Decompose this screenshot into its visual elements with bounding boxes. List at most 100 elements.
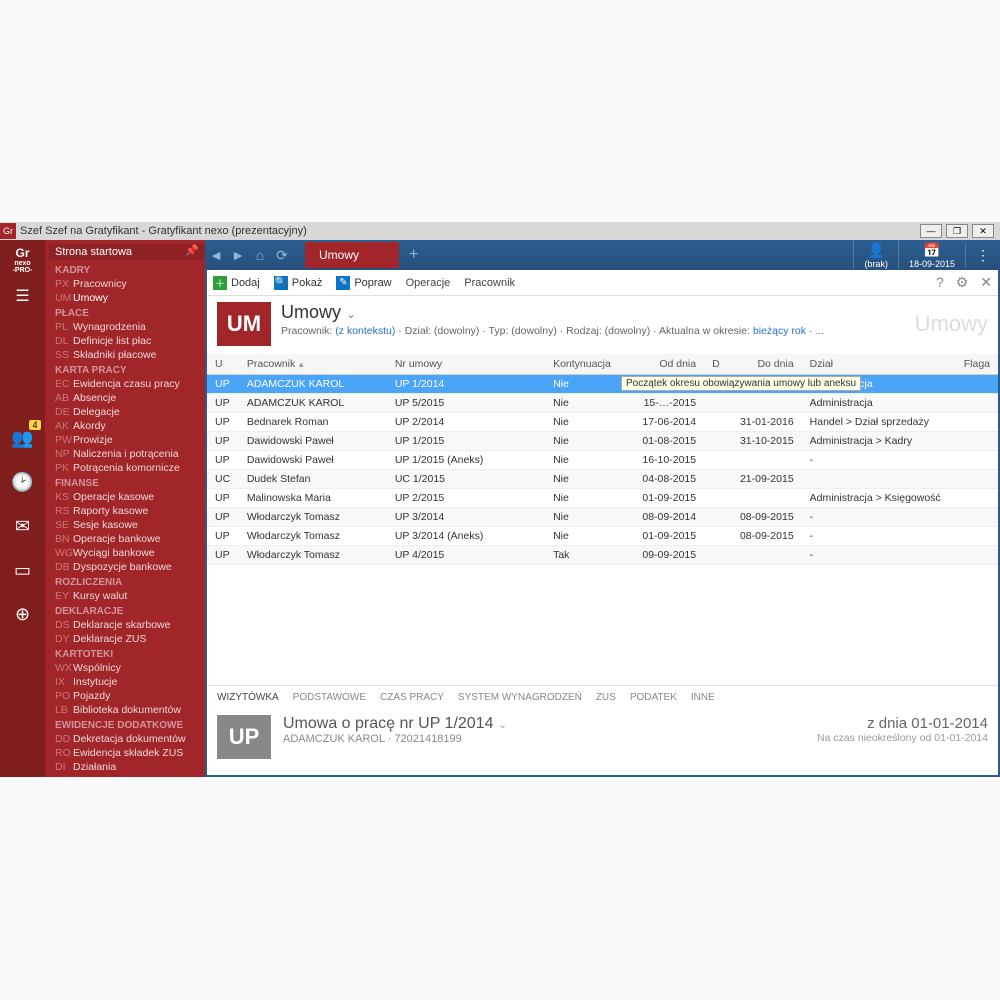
table-row[interactable]: UPWłodarczyk TomaszUP 4/2015Tak09-09-201… [207,546,998,565]
sidebar-section-title: FINANSE [49,475,205,490]
app-icon: Gr [0,223,16,239]
sidebar-item[interactable]: PWProwizje [49,433,205,447]
tab-umowy[interactable]: Umowy [305,242,399,268]
col-do-dnia[interactable]: Do dnia [728,354,802,375]
home-icon[interactable]: ⌂ [249,247,271,263]
table-row[interactable]: UPDawidowski PawełUP 1/2015 (Aneks)Nie16… [207,451,998,470]
detail-tab[interactable]: PODATEK [630,692,677,703]
add-tab-icon[interactable]: + [409,246,418,264]
users-icon[interactable]: 👥4 [9,424,37,452]
refresh-icon[interactable]: ⟳ [271,247,293,264]
sidebar-item[interactable]: IXInstytucje [49,675,205,689]
table-row[interactable]: UPWłodarczyk TomaszUP 3/2014 (Aneks)Nie0… [207,527,998,546]
clock-icon[interactable]: 🕑 [9,468,37,496]
sidebar-item[interactable]: RPRaporty [49,774,205,777]
mail-icon[interactable]: ✉ [9,512,37,540]
sidebar-item[interactable]: ECEwidencja czasu pracy [49,377,205,391]
help-icon[interactable]: ? [936,274,944,291]
pracownik-button[interactable]: Pracownik [464,277,515,289]
detail-tab[interactable]: INNE [691,692,715,703]
pin-icon[interactable]: 📌 [185,244,199,257]
sidebar-item[interactable]: DYDeklaracje ZUS [49,632,205,646]
sidebar-item[interactable]: LBBiblioteka dokumentów [49,703,205,717]
sidebar-section-title: KARTA PRACY [49,362,205,377]
table-row[interactable]: UPDawidowski PawełUP 1/2015Nie01-08-2015… [207,432,998,451]
sidebar-item[interactable]: POPojazdy [49,689,205,703]
sidebar-start-page[interactable]: Strona startowa [49,244,205,260]
sidebar-item[interactable]: WGWyciągi bankowe [49,546,205,560]
detail-tab[interactable]: ZUS [596,692,616,703]
table-row[interactable]: UPADAMCZUK KAROLUP 5/2015Nie15-…-2015Adm… [207,394,998,413]
sidebar-item[interactable]: DIDziałania [49,760,205,774]
view-badge: UM [217,302,271,346]
ghost-title: Umowy [915,311,988,337]
detail-tab[interactable]: WIZYTÓWKA [217,692,279,703]
detail-badge: UP [217,715,271,759]
add-shape-icon[interactable]: ⊕ [9,600,37,628]
view-title[interactable]: Umowy ⌄ [281,302,905,323]
detail-subtitle: ADAMCZUK KAROL · 72021418199 [283,733,507,745]
sidebar-item[interactable]: KSOperacje kasowe [49,490,205,504]
sidebar-item[interactable]: SESesje kasowe [49,518,205,532]
sidebar-item[interactable]: DBDyspozycje bankowe [49,560,205,574]
sidebar-item[interactable]: SSSkładniki płacowe [49,348,205,362]
detail-tab[interactable]: PODSTAWOWE [293,692,366,703]
table-row[interactable]: UPADAMCZUK KAROLUP 1/2014Nie01-01-2014Ad… [207,375,998,394]
sidebar-item[interactable]: PKPotrącenia komornicze [49,461,205,475]
table-row[interactable]: UPBednarek RomanUP 2/2014Nie17-06-201431… [207,413,998,432]
more-icon[interactable]: ⋮ [965,243,1000,268]
sidebar-item[interactable]: UMUmowy [49,291,205,305]
detail-tab[interactable]: CZAS PRACY [380,692,444,703]
maximize-button[interactable]: ❐ [946,224,968,238]
sidebar-item[interactable]: EYKursy walut [49,589,205,603]
col-od-dnia[interactable]: Od dnia [620,354,704,375]
sidebar-item[interactable]: DEDelegacje [49,405,205,419]
sidebar-item[interactable]: PLWynagrodzenia [49,320,205,334]
sidebar-item[interactable]: AKAkordy [49,419,205,433]
sidebar-section-title: PŁACE [49,305,205,320]
table-row[interactable]: UPMalinowska MariaUP 2/2015Nie01-09-2015… [207,489,998,508]
back-icon[interactable]: ◄ [205,247,227,263]
user-button[interactable]: 👤(brak) [853,238,898,273]
sidebar-item[interactable]: RSRaporty kasowe [49,504,205,518]
col-dzial[interactable]: Dział [802,354,955,375]
sidebar-item[interactable]: BNOperacje bankowe [49,532,205,546]
detail-title[interactable]: Umowa o pracę nr UP 1/2014 ⌄ [283,715,507,733]
gear-icon[interactable]: ⚙ [956,274,969,291]
popraw-button[interactable]: ✎Popraw [336,276,391,290]
col-nr-umowy[interactable]: Nr umowy [387,354,545,375]
col-d[interactable]: D [704,354,728,375]
table-row[interactable]: UPWłodarczyk TomaszUP 3/2014Nie08-09-201… [207,508,998,527]
detail-tabs: WIZYTÓWKA PODSTAWOWE CZAS PRACY SYSTEM WYNA… [207,685,998,709]
pokaz-button[interactable]: 🔍Pokaż [274,276,323,290]
close-button[interactable]: ✕ [972,224,994,238]
sidebar-section-title: EWIDENCJE DODATKOWE [49,717,205,732]
sidebar-item[interactable]: DLDefinicje list płac [49,334,205,348]
filter-bar[interactable]: Pracownik: (z kontekstu) · Dział: (dowol… [281,325,905,337]
minimize-button[interactable]: — [920,224,942,238]
sidebar-item[interactable]: DDDekretacja dokumentów [49,732,205,746]
topbar: ◄ ► ⌂ ⟳ Umowy + 👤(brak) 📅18-09-2015 ⋮ [205,240,1000,270]
sidebar: 📌 Strona startowa KADRYPXPracownicyUMUmo… [45,240,205,777]
table-row[interactable]: UCDudek StefanUC 1/2015Nie04-08-201521-0… [207,470,998,489]
sidebar-item[interactable]: NPNaliczenia i potrącenia [49,447,205,461]
sidebar-section-title: KARTOTEKI [49,646,205,661]
date-button[interactable]: 📅18-09-2015 [898,238,965,273]
sidebar-item[interactable]: WXWspólnicy [49,661,205,675]
dodaj-button[interactable]: ＋Dodaj [213,276,260,290]
col-pracownik[interactable]: Pracownik▲ [239,354,387,375]
menu-icon[interactable]: ☰ [15,286,29,306]
sidebar-item[interactable]: ABAbsencje [49,391,205,405]
contracts-table: U Pracownik▲ Nr umowy Kontynuacja Od dni… [207,354,998,565]
sidebar-item[interactable]: ROEwidencja składek ZUS [49,746,205,760]
operacje-button[interactable]: Operacje [406,277,451,289]
forward-icon[interactable]: ► [227,247,249,263]
cert-icon[interactable]: ▭ [9,556,37,584]
detail-tab[interactable]: SYSTEM WYNAGRODZEŃ [458,692,582,703]
sidebar-item[interactable]: PXPracownicy [49,277,205,291]
col-u[interactable]: U [207,354,239,375]
col-flaga[interactable]: Flaga [955,354,998,375]
close-panel-icon[interactable]: ✕ [980,274,992,291]
sidebar-item[interactable]: DSDeklaracje skarbowe [49,618,205,632]
col-kontynuacja[interactable]: Kontynuacja [545,354,620,375]
